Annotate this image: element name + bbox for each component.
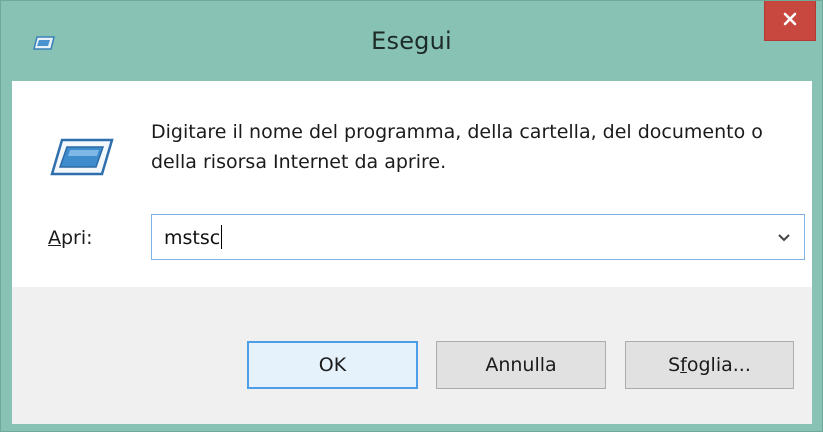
browse-button[interactable]: Sf oglia...: [625, 341, 794, 389]
ok-button[interactable]: OK: [247, 341, 418, 389]
open-label: Apri:: [48, 227, 93, 249]
browse-label-pre: S: [668, 354, 681, 376]
open-input[interactable]: mstsc: [164, 225, 223, 249]
dialog-footer: OK Annulla Sf oglia...: [12, 287, 812, 424]
browse-label-mnemonic: f: [680, 354, 687, 376]
browse-label-post: oglia...: [686, 354, 751, 376]
instruction-text: Digitare il nome del programma, della ca…: [151, 121, 763, 173]
open-label-mnemonic: A: [48, 227, 61, 249]
open-input-value: mstsc: [164, 227, 221, 249]
text-caret: [221, 225, 223, 249]
title-bar[interactable]: Esegui: [1, 1, 822, 79]
cancel-button[interactable]: Annulla: [436, 341, 606, 389]
chevron-down-icon[interactable]: [774, 228, 794, 248]
open-label-text: pri:: [61, 227, 93, 249]
close-icon: [783, 11, 797, 30]
run-dialog: Esegui Digitare il nome del programma, d…: [0, 0, 823, 432]
open-combobox[interactable]: mstsc: [151, 214, 805, 260]
close-button[interactable]: [764, 1, 816, 41]
window-title: Esegui: [371, 27, 452, 55]
dialog-content: Digitare il nome del programma, della ca…: [12, 81, 812, 287]
run-program-icon: [48, 137, 114, 177]
